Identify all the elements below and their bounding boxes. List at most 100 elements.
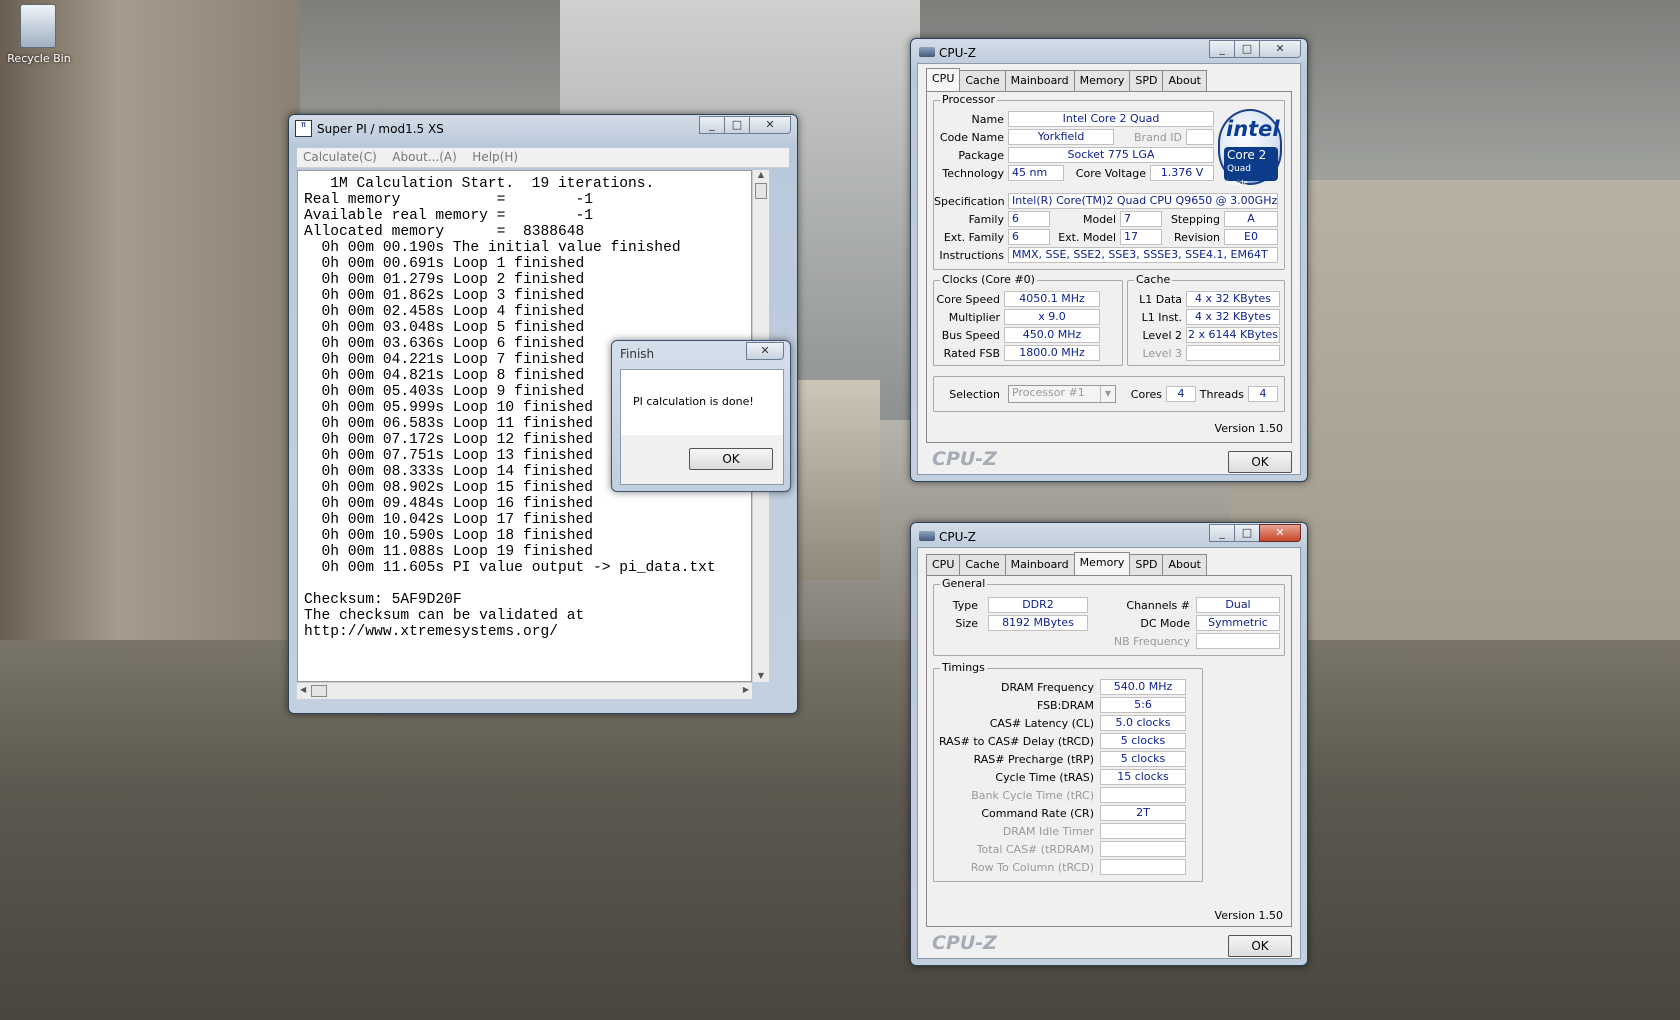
rated-fsb-label: Rated FSB	[943, 347, 1000, 360]
package-label: Package	[958, 149, 1004, 162]
tab-spd[interactable]: SPD	[1129, 70, 1164, 91]
scroll-left-arrow-icon[interactable]: ◀	[300, 685, 306, 694]
horizontal-scrollbar[interactable]: ◀ ▶	[297, 682, 752, 699]
cpuz-memory-window: CPU-Z _ □ ✕ CPU Cache Mainboard Memory S…	[910, 522, 1308, 966]
size-label: Size	[955, 617, 978, 630]
tab-cache[interactable]: Cache	[959, 554, 1006, 575]
maximize-button[interactable]: □	[1234, 524, 1260, 542]
tab-about[interactable]: About	[1162, 70, 1207, 91]
package-value: Socket 775 LGA	[1008, 147, 1214, 163]
level2-value: 2 x 6144 KBytes	[1186, 327, 1280, 343]
channels-label: Channels #	[1126, 599, 1190, 612]
scroll-down-arrow-icon[interactable]: ▼	[753, 671, 769, 680]
timing-value: 540.0 MHz	[1100, 679, 1186, 695]
l1-data-label: L1 Data	[1139, 293, 1182, 306]
superpi-titlebar[interactable]: π Super PI / mod1.5 XS _ □ ✕	[289, 115, 797, 143]
minimize-button[interactable]: _	[1209, 40, 1235, 58]
intel-core2-badge: Core 2 Quad inside	[1224, 147, 1278, 187]
minimize-button[interactable]: _	[699, 116, 725, 134]
output-line: 0h 00m 10.042s Loop 17 finished	[304, 512, 594, 528]
menu-about[interactable]: About...(A)	[386, 148, 463, 166]
cpuz-ok-button[interactable]: OK	[1228, 451, 1292, 473]
timing-value	[1100, 823, 1186, 839]
selection-group: Selection Processor #1 ▼ Cores 4 Threads…	[933, 376, 1285, 412]
core-voltage-label: Core Voltage	[1075, 167, 1146, 180]
menu-calculate[interactable]: Calculate(C)	[297, 148, 383, 166]
timing-value: 5 clocks	[1100, 751, 1186, 767]
output-line: Checksum: 5AF9D20F	[304, 592, 462, 608]
tab-about[interactable]: About	[1162, 554, 1207, 575]
level3-label: Level 3	[1142, 347, 1182, 360]
instructions-value: MMX, SSE, SSE2, SSE3, SSSE3, SSE4.1, EM6…	[1008, 247, 1278, 263]
cpuz-logo: CPU-Z	[932, 448, 997, 470]
tab-spd[interactable]: SPD	[1129, 554, 1164, 575]
superpi-menubar: Calculate(C) About...(A) Help(H)	[297, 148, 789, 168]
type-label: Type	[952, 599, 978, 612]
clocks-group: Clocks (Core #0) Core Speed 4050.1 MHz M…	[933, 273, 1123, 366]
timings-group-label: Timings	[940, 661, 987, 674]
output-line: 0h 00m 02.458s Loop 4 finished	[304, 304, 585, 320]
close-button[interactable]: ✕	[1259, 40, 1301, 58]
tab-cache[interactable]: Cache	[959, 70, 1006, 91]
tab-cpu[interactable]: CPU	[926, 554, 961, 575]
bus-speed-value: 450.0 MHz	[1004, 327, 1100, 343]
tab-memory[interactable]: Memory	[1073, 70, 1131, 91]
tab-memory[interactable]: Memory	[1073, 552, 1131, 575]
timing-label: Command Rate (CR)	[981, 807, 1094, 820]
timing-value: 5:6	[1100, 697, 1186, 713]
recycle-bin-icon[interactable]	[20, 4, 56, 48]
scroll-thumb[interactable]	[755, 183, 767, 199]
finish-title: Finish	[620, 347, 655, 361]
intel-logo-text: intel	[1226, 117, 1280, 141]
model-label: Model	[1082, 213, 1116, 226]
instructions-label: Instructions	[939, 249, 1004, 262]
scroll-right-arrow-icon[interactable]: ▶	[743, 685, 749, 694]
tab-cpu[interactable]: CPU	[926, 68, 961, 91]
finish-close-button[interactable]: ✕	[746, 342, 784, 360]
hscroll-thumb[interactable]	[311, 685, 327, 697]
timing-label: Total CAS# (tRDRAM)	[976, 843, 1094, 856]
intel-core2-logo: intel Core 2 Quad inside	[1218, 109, 1282, 187]
selection-label: Selection	[949, 388, 1000, 401]
timing-label: DRAM Frequency	[1000, 681, 1094, 694]
maximize-button[interactable]: □	[1234, 40, 1260, 58]
multiplier-label: Multiplier	[948, 311, 1000, 324]
tab-mainboard[interactable]: Mainboard	[1004, 70, 1075, 91]
close-button[interactable]: ✕	[749, 116, 791, 134]
scroll-up-arrow-icon[interactable]: ▲	[753, 170, 769, 179]
cpuz-version: Version 1.50	[1214, 909, 1283, 922]
timing-label: CAS# Latency (CL)	[989, 717, 1094, 730]
superpi-title: Super PI / mod1.5 XS	[317, 122, 444, 136]
output-line: 0h 00m 10.590s Loop 18 finished	[304, 528, 594, 544]
output-line: 0h 00m 11.088s Loop 19 finished	[304, 544, 594, 560]
finish-message: PI calculation is done!	[633, 395, 754, 408]
timing-value	[1100, 859, 1186, 875]
rated-fsb-value: 1800.0 MHz	[1004, 345, 1100, 361]
cpu-tab-panel: Processor Name Intel Core 2 Quad Code Na…	[926, 91, 1292, 443]
intel-line1: Core 2	[1227, 148, 1267, 162]
chevron-down-icon[interactable]: ▼	[1100, 386, 1115, 402]
cpuz-cpu-window: CPU-Z _ □ ✕ CPU Cache Mainboard Memory S…	[910, 38, 1308, 482]
cores-label: Cores	[1130, 388, 1162, 401]
cpuz-ok-button[interactable]: OK	[1228, 935, 1292, 957]
close-button[interactable]: ✕	[1259, 524, 1301, 542]
menu-help[interactable]: Help(H)	[466, 148, 524, 166]
brand-id-label: Brand ID	[1134, 131, 1182, 144]
technology-value: 45 nm	[1008, 165, 1064, 181]
family-value: 6	[1008, 211, 1050, 227]
maximize-button[interactable]: □	[724, 116, 750, 134]
dc-mode-label: DC Mode	[1140, 617, 1190, 630]
output-line: The checksum can be validated at	[304, 608, 585, 624]
minimize-button[interactable]: _	[1209, 524, 1235, 542]
output-line: 0h 00m 01.279s Loop 2 finished	[304, 272, 585, 288]
processor-select-value: Processor #1	[1012, 386, 1085, 399]
threads-value: 4	[1248, 386, 1278, 402]
channels-value: Dual	[1196, 597, 1280, 613]
tab-mainboard[interactable]: Mainboard	[1004, 554, 1075, 575]
finish-ok-button[interactable]: OK	[689, 448, 773, 470]
l1-inst-label: L1 Inst.	[1141, 311, 1182, 324]
cpuz-cpu-client: CPU Cache Mainboard Memory SPD About Pro…	[917, 63, 1301, 475]
processor-group-label: Processor	[940, 93, 997, 106]
processor-select[interactable]: Processor #1 ▼	[1008, 385, 1116, 403]
